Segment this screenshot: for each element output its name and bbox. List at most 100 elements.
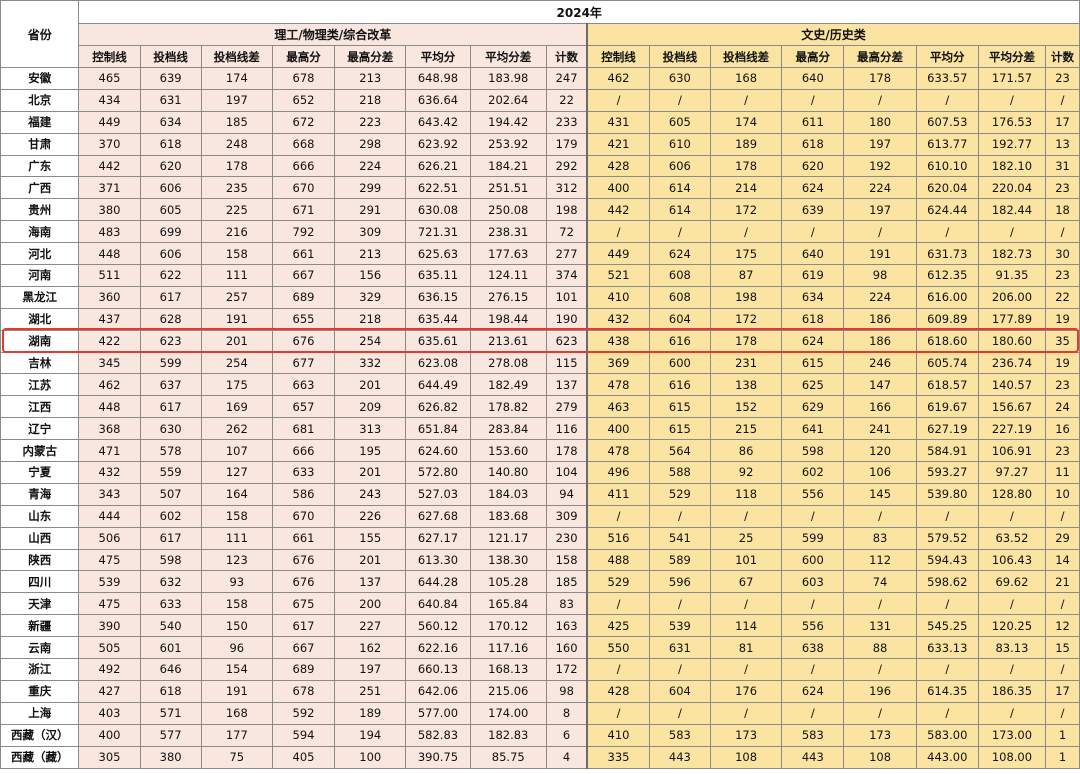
arts-value-cell: 400 — [586, 417, 650, 441]
science-value-cell: 332 — [334, 351, 407, 375]
arts-value-cell: 606 — [648, 154, 711, 178]
arts-value-cell: 631.73 — [915, 242, 979, 266]
arts-value-cell: 425 — [586, 614, 650, 638]
arts-value-cell: 616 — [648, 373, 711, 397]
arts-value-cell: 21 — [1045, 570, 1080, 594]
science-value-cell: 233 — [545, 110, 589, 134]
arts-value-cell: 18 — [1045, 198, 1080, 222]
arts-value-cell: 101 — [709, 548, 783, 572]
science-value-cell: 586 — [271, 482, 336, 506]
arts-value-cell: 612.35 — [915, 264, 979, 287]
science-value-cell: 721.31 — [405, 220, 471, 244]
arts-value-cell: 428 — [586, 679, 650, 703]
arts-value-cell: 173 — [709, 723, 783, 747]
science-value-cell: 98 — [545, 679, 589, 703]
arts-value-cell: / — [586, 88, 650, 112]
table-row: 吉林 345 599 254 677 332 623.08 278.08 115 369 600 23… — [0, 351, 1080, 375]
science-value-cell: 380 — [78, 198, 141, 222]
arts-value-cell: 83 — [843, 526, 917, 550]
arts-value-cell: 624 — [781, 679, 845, 703]
science-value-cell: 422 — [78, 329, 141, 353]
arts-value-cell: 443 — [781, 745, 845, 769]
arts-value-cell: / — [843, 88, 917, 112]
arts-value-cell: 147 — [843, 373, 917, 397]
arts-value-cell: 186 — [843, 307, 917, 331]
arts-value-cell: 31 — [1045, 154, 1080, 178]
arts-value-cell: / — [586, 220, 650, 244]
arts-value-cell: 410 — [586, 723, 650, 747]
science-value-cell: 444 — [78, 504, 141, 528]
science-value-cell: 623.08 — [405, 351, 471, 375]
arts-value-cell: / — [843, 504, 917, 528]
science-value-cell: 672 — [271, 110, 336, 134]
science-value-cell: 227 — [334, 614, 407, 638]
table-row: 辽宁 368 630 262 681 313 651.84 283.84 116 400 615 21… — [0, 417, 1080, 441]
province-cell: 安徽 — [0, 67, 80, 90]
table-row: 河南 511 622 111 667 156 635.11 124.11 374 521 608 87… — [0, 264, 1080, 287]
science-value-cell: 617 — [139, 395, 202, 419]
science-value-cell: 75 — [200, 745, 273, 769]
science-value-cell: 201 — [334, 373, 407, 397]
arts-value-cell: 14 — [1045, 548, 1080, 572]
table-row: 广东 442 620 178 666 224 626.21 184.21 292 428 606 17… — [0, 154, 1080, 178]
science-value-cell: 6 — [545, 723, 589, 747]
arts-value-cell: 83.13 — [977, 636, 1047, 660]
arts-value-cell: 15 — [1045, 636, 1080, 660]
arts-value-cell: / — [915, 592, 979, 616]
arts-value-cell: 541 — [648, 526, 711, 550]
science-value-cell: 572.80 — [405, 461, 471, 484]
province-cell: 北京 — [0, 88, 80, 112]
science-value-cell: 646 — [139, 658, 202, 681]
science-value-cell: 657 — [271, 395, 336, 419]
science-value-cell: 174.00 — [469, 701, 547, 725]
science-value-cell: 194 — [334, 723, 407, 747]
arts-value-cell: 640 — [781, 67, 845, 90]
arts-value-cell: 579.52 — [915, 526, 979, 550]
arts-value-cell: 589 — [648, 548, 711, 572]
arts-value-cell: / — [977, 88, 1047, 112]
science-value-cell: 299 — [334, 176, 407, 200]
arts-value-cell: 152 — [709, 395, 783, 419]
arts-value-cell: / — [1045, 592, 1080, 616]
science-value-cell: 539 — [78, 570, 141, 594]
arts-value-cell: 369 — [586, 351, 650, 375]
arts-value-cell: / — [709, 220, 783, 244]
arts-value-cell: 615 — [781, 351, 845, 375]
science-value-cell: 243 — [334, 482, 407, 506]
arts-value-cell: 618.60 — [915, 329, 979, 353]
science-value-cell: 291 — [334, 198, 407, 222]
science-value-cell: 655 — [271, 307, 336, 331]
arts-value-cell: 192.77 — [977, 132, 1047, 156]
table-row: 宁夏 432 559 127 633 201 572.80 140.80 104 496 588 92… — [0, 461, 1080, 484]
science-value-cell: 197 — [200, 88, 273, 112]
arts-value-cell: / — [915, 504, 979, 528]
arts-value-cell: / — [1045, 701, 1080, 725]
science-value-cell: 652 — [271, 88, 336, 112]
arts-value-cell: 604 — [648, 679, 711, 703]
arts-value-cell: 192 — [843, 154, 917, 178]
science-value-cell: 107 — [200, 439, 273, 463]
arts-value-cell: / — [648, 592, 711, 616]
science-value-cell: 368 — [78, 417, 141, 441]
table-row: 陕西 475 598 123 676 201 613.30 138.30 158 488 589 10… — [0, 548, 1080, 572]
science-value-cell: 635.61 — [405, 329, 471, 353]
arts-group-header: 文史/历史类 — [586, 23, 1080, 46]
province-cell: 浙江 — [0, 658, 80, 681]
science-value-cell: 605 — [139, 198, 202, 222]
arts-value-cell: 599 — [781, 526, 845, 550]
arts-value-cell: 224 — [843, 176, 917, 200]
arts-value-cell: / — [1045, 220, 1080, 244]
science-value-cell: 213 — [334, 242, 407, 266]
arts-value-cell: 529 — [648, 482, 711, 506]
science-col-header: 投档线差 — [200, 45, 273, 68]
arts-value-cell: 224 — [843, 285, 917, 309]
arts-value-cell: / — [586, 658, 650, 681]
science-value-cell: 185 — [200, 110, 273, 134]
arts-value-cell: 588 — [648, 461, 711, 484]
arts-value-cell: 189 — [709, 132, 783, 156]
arts-value-cell: 616.00 — [915, 285, 979, 309]
arts-value-cell: 29 — [1045, 526, 1080, 550]
arts-value-cell: 550 — [586, 636, 650, 660]
science-value-cell: 201 — [334, 548, 407, 572]
science-value-cell: 618 — [139, 132, 202, 156]
